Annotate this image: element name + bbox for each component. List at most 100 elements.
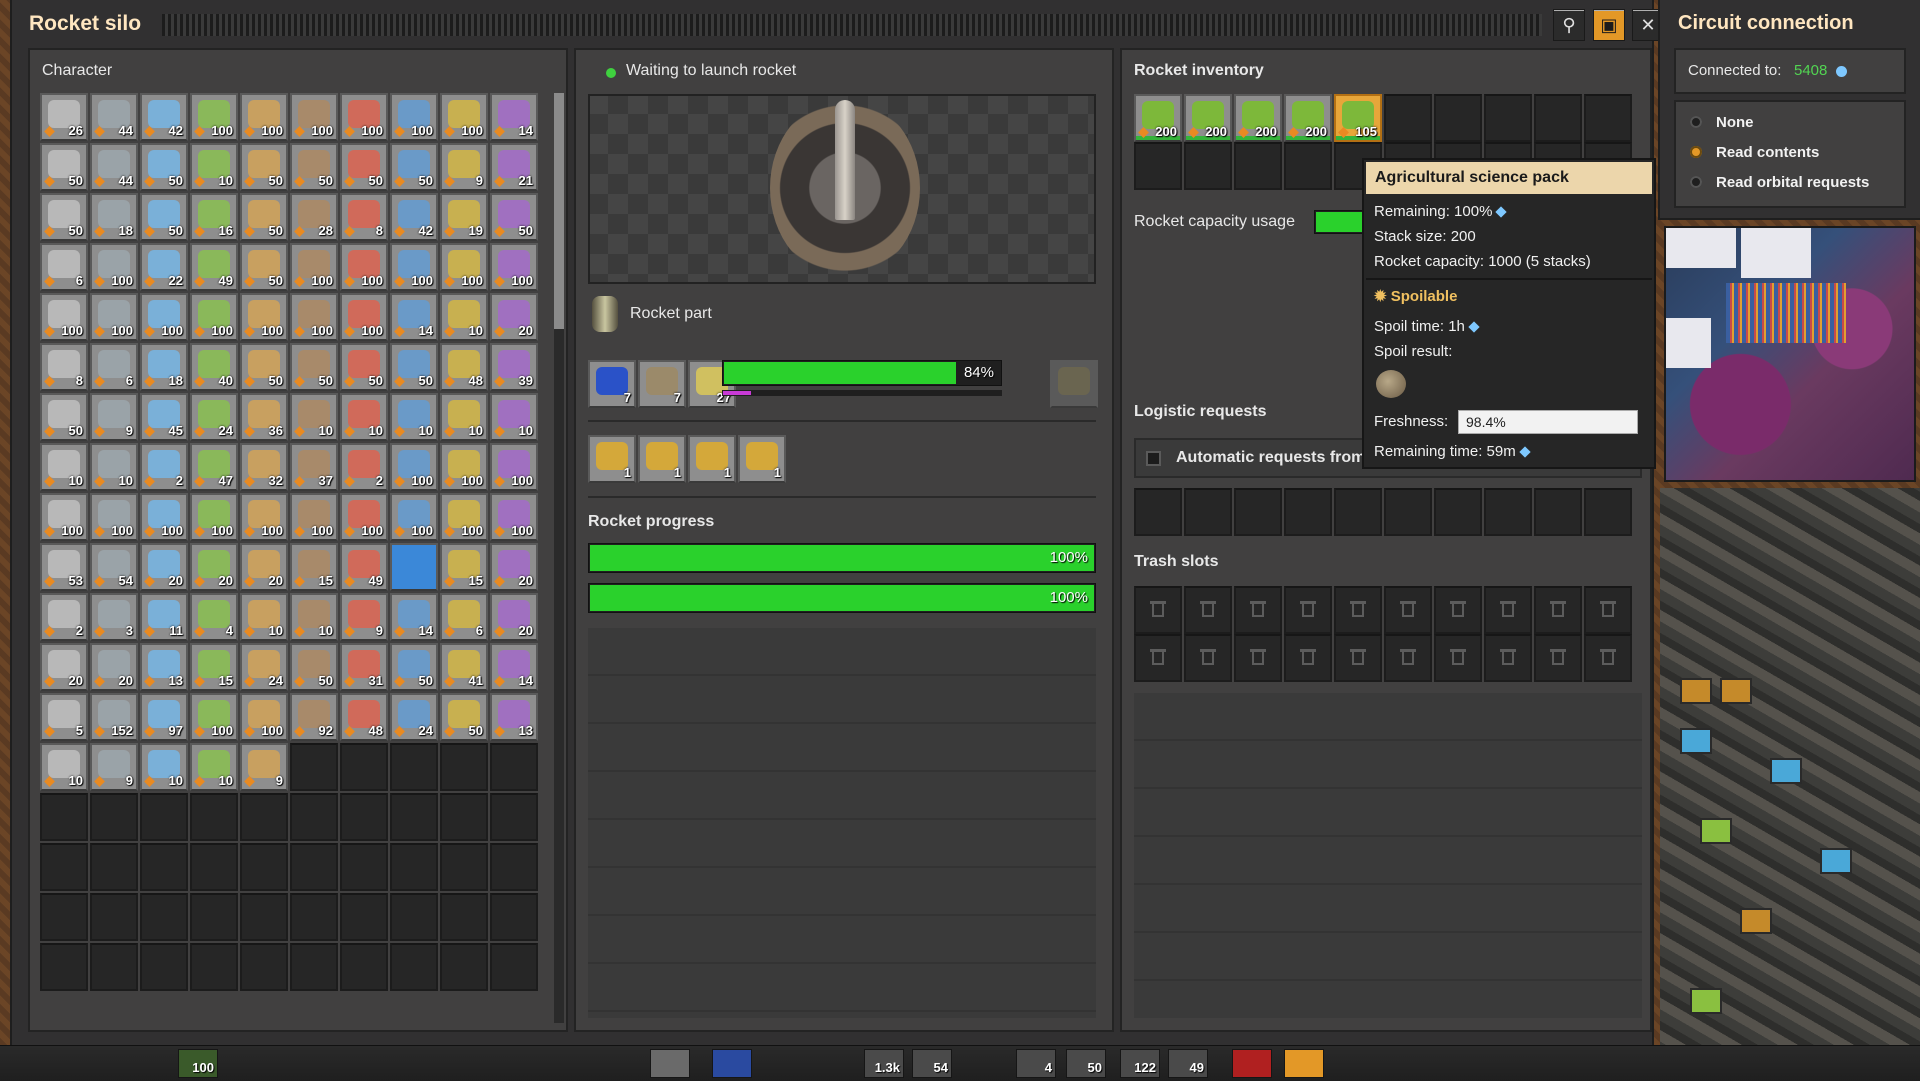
inventory-slot[interactable]: 50: [290, 143, 338, 191]
inventory-slot[interactable]: [340, 743, 388, 791]
quickbar-slot[interactable]: 49: [1168, 1049, 1208, 1078]
inventory-slot[interactable]: 100: [490, 493, 538, 541]
inventory-slot[interactable]: 10: [440, 293, 488, 341]
inventory-slot[interactable]: [140, 793, 188, 841]
inventory-slot[interactable]: [290, 893, 338, 941]
inventory-slot[interactable]: 50: [390, 143, 438, 191]
inventory-slot[interactable]: 100: [340, 293, 388, 341]
inventory-slot[interactable]: [390, 743, 438, 791]
inventory-slot[interactable]: [140, 943, 188, 991]
inventory-slot[interactable]: 100: [390, 243, 438, 291]
inventory-slot[interactable]: 9: [440, 143, 488, 191]
inventory-slot[interactable]: [240, 943, 288, 991]
inventory-slot[interactable]: 20: [140, 543, 188, 591]
inventory-slot[interactable]: 100: [140, 493, 188, 541]
inventory-slot[interactable]: 24: [190, 393, 238, 441]
logistic-request-slot[interactable]: [1434, 488, 1482, 536]
trash-slot[interactable]: [1284, 634, 1332, 682]
rocket-slot[interactable]: [1184, 142, 1232, 190]
inventory-slot[interactable]: 50: [40, 193, 88, 241]
inventory-slot[interactable]: [240, 793, 288, 841]
rocket-slot[interactable]: 105: [1334, 94, 1382, 142]
inventory-slot[interactable]: 2: [40, 593, 88, 641]
inventory-slot[interactable]: 8: [40, 343, 88, 391]
world-view[interactable]: [1660, 488, 1920, 1053]
inventory-slot[interactable]: [490, 843, 538, 891]
inventory-slot[interactable]: 100: [290, 243, 338, 291]
quickbar-slot[interactable]: 54: [912, 1049, 952, 1078]
trash-slot[interactable]: [1284, 586, 1332, 634]
inventory-slot[interactable]: 100: [140, 293, 188, 341]
inventory-slot[interactable]: 21: [490, 143, 538, 191]
minimap[interactable]: [1664, 226, 1916, 482]
inventory-slot[interactable]: [340, 893, 388, 941]
inventory-slot[interactable]: 50: [40, 143, 88, 191]
inventory-slot[interactable]: [490, 893, 538, 941]
logistic-request-slot[interactable]: [1284, 488, 1332, 536]
inventory-slot[interactable]: 50: [440, 693, 488, 741]
quickbar-slot[interactable]: 4: [1016, 1049, 1056, 1078]
inventory-slot[interactable]: 47: [190, 443, 238, 491]
inventory-slot[interactable]: 14: [490, 93, 538, 141]
inventory-slot[interactable]: [240, 893, 288, 941]
inventory-slot[interactable]: [340, 843, 388, 891]
inventory-slot[interactable]: 20: [490, 543, 538, 591]
trash-slot[interactable]: [1334, 634, 1382, 682]
inventory-slot[interactable]: 6: [40, 243, 88, 291]
inventory-slot[interactable]: 45: [140, 393, 188, 441]
inventory-slot[interactable]: 36: [240, 393, 288, 441]
inventory-slot[interactable]: 50: [240, 243, 288, 291]
inventory-slot[interactable]: 10: [190, 743, 238, 791]
quickbar-slot[interactable]: 122: [1120, 1049, 1160, 1078]
trash-slot[interactable]: [1384, 586, 1432, 634]
logistic-request-slot[interactable]: [1534, 488, 1582, 536]
inventory-slot[interactable]: 50: [340, 143, 388, 191]
inventory-slot[interactable]: 50: [40, 393, 88, 441]
radio-read-contents[interactable]: [1690, 146, 1702, 158]
inventory-slot[interactable]: 100: [440, 243, 488, 291]
rocket-slot[interactable]: [1534, 94, 1582, 142]
inventory-slot[interactable]: [490, 793, 538, 841]
trash-slot[interactable]: [1434, 586, 1482, 634]
inventory-slot[interactable]: [190, 943, 238, 991]
inventory-slot[interactable]: 152: [90, 693, 138, 741]
quickbar-slot[interactable]: 50: [1066, 1049, 1106, 1078]
trash-slot[interactable]: [1234, 586, 1282, 634]
inventory-slot[interactable]: 100: [390, 493, 438, 541]
rocket-slot[interactable]: 200: [1234, 94, 1282, 142]
inventory-slot[interactable]: [440, 893, 488, 941]
trash-slot[interactable]: [1184, 634, 1232, 682]
rocket-slot[interactable]: [1134, 142, 1182, 190]
inventory-slot[interactable]: 100: [490, 243, 538, 291]
rocket-slot[interactable]: [1284, 142, 1332, 190]
inventory-slot[interactable]: 15: [290, 543, 338, 591]
inventory-slot[interactable]: 100: [240, 493, 288, 541]
inventory-slot[interactable]: [190, 793, 238, 841]
inventory-slot[interactable]: [190, 893, 238, 941]
inventory-slot[interactable]: 50: [390, 343, 438, 391]
inventory-slot[interactable]: 9: [90, 743, 138, 791]
output-slot[interactable]: 1: [738, 435, 786, 483]
inventory-slot[interactable]: 97: [140, 693, 188, 741]
inventory-slot[interactable]: [40, 843, 88, 891]
trash-slot[interactable]: [1434, 634, 1482, 682]
inventory-slot[interactable]: 50: [490, 193, 538, 241]
inventory-slot[interactable]: 18: [90, 193, 138, 241]
quickbar-slot[interactable]: 1.3k: [864, 1049, 904, 1078]
inventory-scrollbar[interactable]: [554, 93, 564, 1023]
inventory-slot[interactable]: 41: [440, 643, 488, 691]
inventory-slot[interactable]: 10: [140, 743, 188, 791]
inventory-slot[interactable]: 100: [40, 493, 88, 541]
inventory-slot[interactable]: 10: [440, 393, 488, 441]
inventory-slot[interactable]: 48: [340, 693, 388, 741]
rocket-slot[interactable]: [1384, 94, 1432, 142]
trash-slot[interactable]: [1534, 634, 1582, 682]
inventory-slot[interactable]: [440, 793, 488, 841]
inventory-slot[interactable]: [340, 943, 388, 991]
inventory-slot[interactable]: 10: [490, 393, 538, 441]
inventory-slot[interactable]: 40: [190, 343, 238, 391]
inventory-slot[interactable]: 50: [240, 143, 288, 191]
inventory-slot[interactable]: 19: [440, 193, 488, 241]
inventory-slot[interactable]: [290, 743, 338, 791]
inventory-slot[interactable]: [90, 793, 138, 841]
